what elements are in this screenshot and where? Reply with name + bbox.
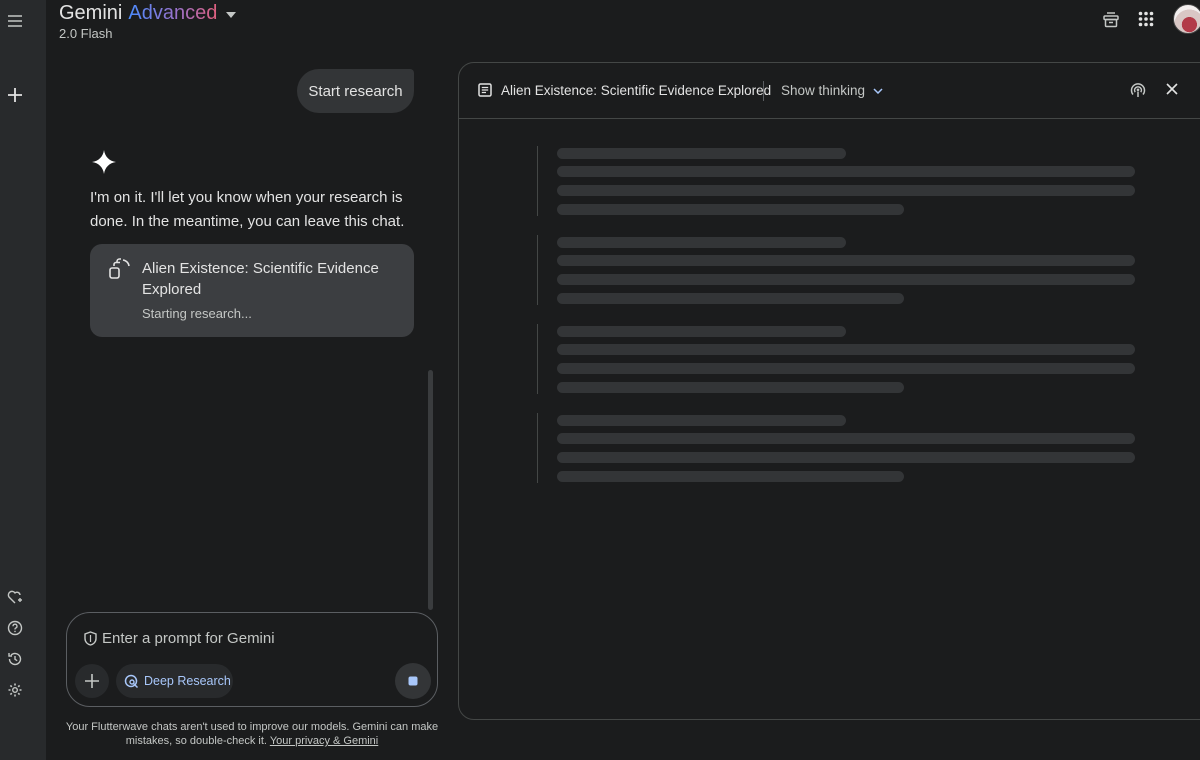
add-attachment-button[interactable] bbox=[75, 664, 109, 698]
plus-icon bbox=[85, 674, 99, 688]
show-thinking-label: Show thinking bbox=[781, 83, 866, 98]
plus-icon bbox=[8, 88, 22, 102]
disclaimer: Your Flutterwave chats aren't used to im… bbox=[62, 720, 442, 748]
assistant-reply: I'm on it. I'll let you know when your r… bbox=[90, 189, 405, 230]
history-icon bbox=[8, 652, 22, 666]
deep-research-chip[interactable]: Deep Research bbox=[116, 664, 233, 698]
podcast-icon[interactable] bbox=[1129, 81, 1147, 99]
apps-grid-icon[interactable] bbox=[1135, 8, 1157, 30]
research-card-title: Alien Existence: Scientific Evidence Exp… bbox=[142, 260, 379, 298]
document-icon bbox=[478, 83, 492, 97]
gemini-sparkle-icon bbox=[92, 150, 116, 174]
deep-research-icon bbox=[124, 674, 139, 688]
chat-scrollbar[interactable] bbox=[428, 370, 433, 610]
privacy-link[interactable]: Your privacy & Gemini bbox=[270, 735, 378, 747]
deep-research-label: Deep Research bbox=[144, 674, 231, 688]
research-panel: Alien Existence: Scientific Evidence Exp… bbox=[458, 62, 1200, 720]
model-selector[interactable]: 2.0 Flash bbox=[59, 26, 112, 41]
loading-skeleton bbox=[537, 324, 1137, 396]
loading-skeleton bbox=[537, 413, 1137, 485]
brand-switcher[interactable]: Gemini Advanced bbox=[59, 2, 237, 25]
prompt-input[interactable] bbox=[102, 627, 422, 649]
research-card-status: Starting research... bbox=[142, 306, 252, 321]
brand-tier: Advanced bbox=[128, 2, 218, 24]
prompt-box: Deep Research bbox=[66, 612, 438, 707]
side-rail bbox=[0, 0, 46, 760]
user-message: Start research bbox=[297, 69, 414, 113]
settings-button[interactable] bbox=[5, 680, 25, 700]
loading-skeleton bbox=[537, 235, 1137, 307]
chevron-down-icon bbox=[226, 11, 237, 18]
brand-name: Gemini bbox=[59, 2, 123, 24]
show-thinking-toggle[interactable]: Show thinking bbox=[781, 83, 883, 98]
gem-manager-button[interactable] bbox=[5, 587, 25, 607]
new-chat-button[interactable] bbox=[5, 85, 25, 105]
stop-response-button[interactable] bbox=[395, 663, 431, 699]
help-button[interactable] bbox=[5, 618, 25, 638]
header-divider bbox=[763, 81, 764, 101]
panel-header: Alien Existence: Scientific Evidence Exp… bbox=[459, 63, 1200, 119]
gem-icon bbox=[7, 590, 22, 604]
menu-icon[interactable] bbox=[5, 11, 25, 31]
activity-button[interactable] bbox=[5, 649, 25, 669]
research-card[interactable]: Alien Existence: Scientific Evidence Exp… bbox=[90, 244, 414, 337]
panel-title: Alien Existence: Scientific Evidence Exp… bbox=[501, 83, 772, 98]
avatar[interactable] bbox=[1173, 4, 1200, 34]
disclaimer-text: Your Flutterwave chats aren't used to im… bbox=[65, 721, 439, 747]
help-icon bbox=[7, 620, 23, 636]
research-progress-icon bbox=[109, 258, 130, 279]
loading-skeleton bbox=[537, 146, 1137, 218]
close-icon[interactable] bbox=[1165, 82, 1179, 96]
gear-icon bbox=[8, 683, 22, 697]
shield-icon bbox=[84, 631, 97, 646]
stop-icon bbox=[408, 676, 418, 686]
gift-icon[interactable] bbox=[1100, 8, 1122, 30]
chevron-down-icon bbox=[873, 87, 883, 94]
